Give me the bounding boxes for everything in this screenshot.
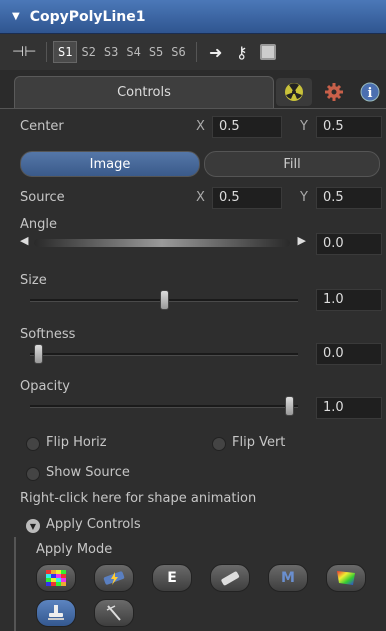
rainbow-icon[interactable] bbox=[326, 564, 366, 592]
angle-right-arrow-icon[interactable]: ▶ bbox=[298, 234, 306, 247]
lightning-icon[interactable] bbox=[94, 564, 134, 592]
source-y-axis: Y bbox=[300, 190, 308, 205]
apply-controls-collapse-icon[interactable]: ▼ bbox=[26, 519, 40, 533]
save-disk-icon[interactable] bbox=[255, 41, 281, 63]
source-x-axis: X bbox=[196, 190, 205, 205]
size-label: Size bbox=[20, 273, 47, 288]
softness-field[interactable]: 0.0 bbox=[316, 343, 382, 365]
slot-s3[interactable]: S3 bbox=[100, 42, 122, 62]
opacity-label: Opacity bbox=[20, 379, 71, 394]
slot-s1[interactable]: S1 bbox=[53, 41, 78, 63]
wand-icon[interactable] bbox=[94, 599, 134, 627]
title-bar[interactable]: ▼ CopyPolyLine1 bbox=[0, 0, 386, 34]
shape-animation-hint[interactable]: Right-click here for shape animation bbox=[20, 491, 256, 506]
fill-mode-button[interactable]: Fill bbox=[204, 151, 380, 177]
size-field[interactable]: 1.0 bbox=[316, 289, 382, 311]
image-mode-button[interactable]: Image bbox=[20, 151, 200, 177]
slot-s4[interactable]: S4 bbox=[122, 42, 144, 62]
softness-slider-track[interactable] bbox=[30, 353, 298, 356]
m-mode-button[interactable]: M bbox=[268, 564, 308, 592]
tool-title: CopyPolyLine1 bbox=[29, 8, 146, 25]
show-source-checkbox[interactable] bbox=[26, 467, 40, 481]
source-x-field[interactable]: 0.5 bbox=[212, 187, 282, 209]
pin-icon[interactable]: ⊣⊢ bbox=[12, 44, 40, 60]
flip-vert-checkbox[interactable] bbox=[212, 437, 226, 451]
slot-s6[interactable]: S6 bbox=[167, 42, 189, 62]
flip-vert-label: Flip Vert bbox=[232, 435, 286, 450]
apply-controls-label: Apply Controls bbox=[46, 517, 141, 532]
version-toolbar: ⊣⊢ S1 S2 S3 S4 S5 S6 ➜ ⚷ bbox=[0, 34, 386, 70]
controls-panel: Center X 0.5 Y 0.5 Image Fill Source X 0… bbox=[0, 108, 386, 631]
radioactive-icon[interactable] bbox=[276, 78, 312, 106]
flip-horiz-label: Flip Horiz bbox=[46, 435, 107, 450]
center-label: Center bbox=[20, 119, 64, 134]
eraser-icon[interactable] bbox=[210, 564, 250, 592]
show-source-label: Show Source bbox=[46, 465, 130, 480]
opacity-slider-handle[interactable] bbox=[285, 396, 294, 416]
opacity-slider-track[interactable] bbox=[30, 405, 298, 408]
flip-horiz-checkbox[interactable] bbox=[26, 437, 40, 451]
gear-icon[interactable] bbox=[316, 78, 352, 106]
center-x-field[interactable]: 0.5 bbox=[212, 116, 282, 138]
center-y-axis: Y bbox=[300, 119, 308, 134]
angle-label: Angle bbox=[20, 217, 57, 232]
section-guide-line bbox=[14, 537, 16, 631]
info-icon[interactable]: i bbox=[352, 78, 386, 106]
softness-slider-handle[interactable] bbox=[34, 344, 43, 364]
stamp-icon[interactable] bbox=[36, 599, 76, 627]
angle-field[interactable]: 0.0 bbox=[316, 233, 382, 255]
arrow-right-icon[interactable]: ➜ bbox=[203, 41, 229, 63]
source-label: Source bbox=[20, 190, 65, 205]
angle-left-arrow-icon[interactable]: ◀ bbox=[20, 234, 28, 247]
slot-s2[interactable]: S2 bbox=[77, 42, 99, 62]
key-icon[interactable]: ⚷ bbox=[229, 41, 255, 63]
center-row: Center X 0.5 Y 0.5 bbox=[0, 115, 386, 141]
e-mode-button[interactable]: E bbox=[152, 564, 192, 592]
source-y-field[interactable]: 0.5 bbox=[316, 187, 382, 209]
source-row: Source X 0.5 Y 0.5 bbox=[0, 186, 386, 212]
apply-mode-label: Apply Mode bbox=[36, 542, 113, 557]
tab-bar: Controls i bbox=[0, 76, 386, 108]
toolbar-divider bbox=[46, 42, 47, 62]
angle-thumbwheel[interactable]: ◀ ▶ bbox=[20, 234, 306, 249]
size-slider-handle[interactable] bbox=[159, 290, 169, 310]
tab-controls[interactable]: Controls bbox=[14, 76, 274, 108]
center-x-axis: X bbox=[196, 119, 205, 134]
svg-text:i: i bbox=[368, 86, 373, 101]
toolbar-divider bbox=[195, 42, 197, 62]
collapse-triangle-icon[interactable]: ▼ bbox=[12, 11, 20, 22]
slot-s5[interactable]: S5 bbox=[145, 42, 167, 62]
center-y-field[interactable]: 0.5 bbox=[316, 116, 382, 138]
color-grid-icon[interactable] bbox=[36, 564, 76, 592]
opacity-field[interactable]: 1.0 bbox=[316, 397, 382, 419]
softness-label: Softness bbox=[20, 327, 76, 342]
